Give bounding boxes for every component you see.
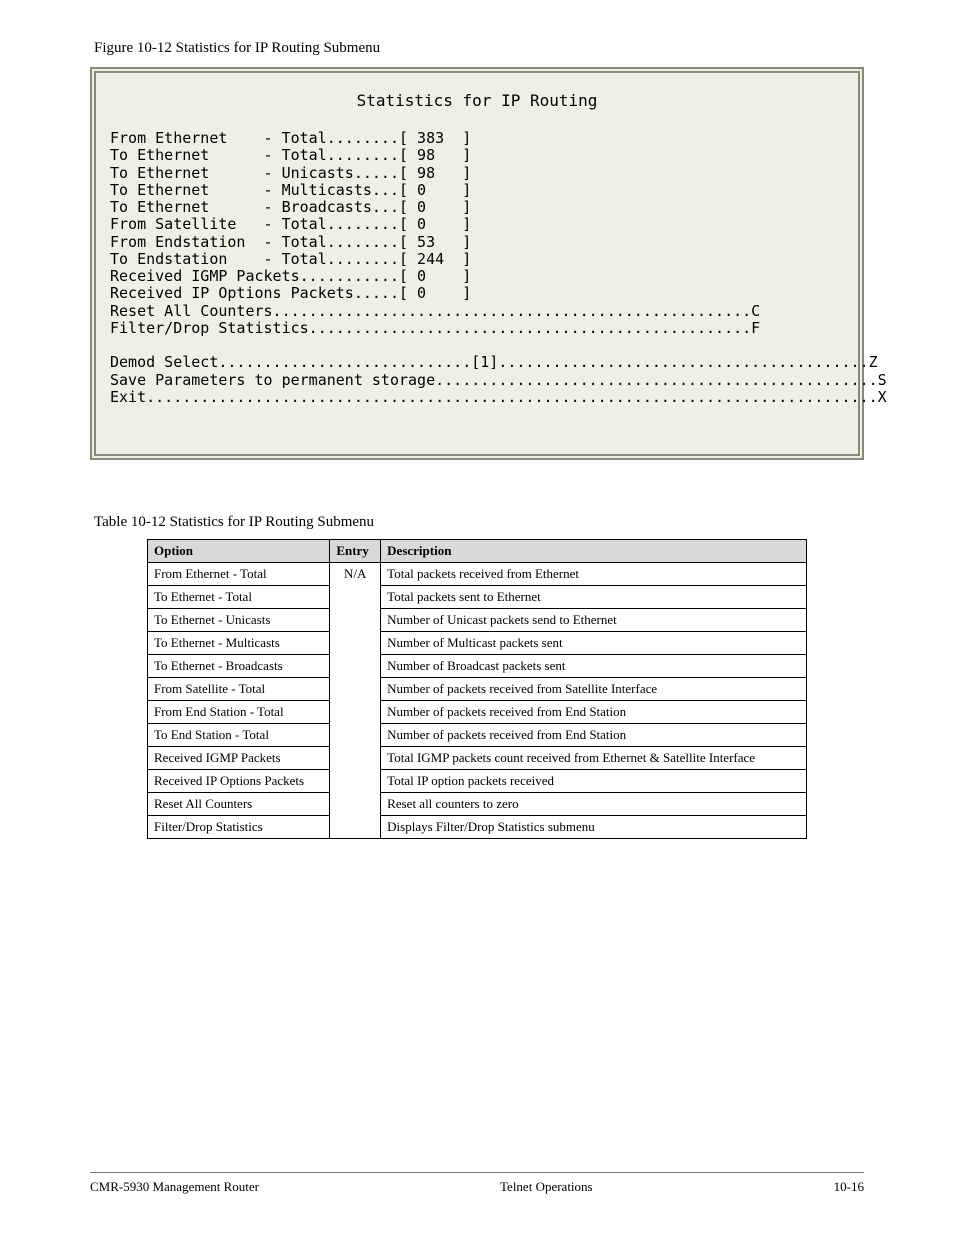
table-row: Filter/Drop Statistics Displays Filter/Dr… [148, 816, 807, 839]
table-row: To Ethernet - Multicasts Number of Multic… [148, 632, 807, 655]
cell-option: Received IGMP Packets [148, 747, 330, 770]
page-footer: CMR-5930 Management Router Telnet Operat… [90, 1172, 864, 1195]
window-title: Statistics for IP Routing [110, 91, 844, 110]
cell-description: Number of packets received from End Stat… [381, 701, 807, 724]
cell-option: To Ethernet - Total [148, 586, 330, 609]
cell-option: From End Station - Total [148, 701, 330, 724]
cell-description: Total packets sent to Ethernet [381, 586, 807, 609]
cell-description: Total packets received from Ethernet [381, 563, 807, 586]
cell-description: Number of packets received from Satellit… [381, 678, 807, 701]
table-row: To Ethernet - Unicasts Number of Unicast … [148, 609, 807, 632]
cell-option: Received IP Options Packets [148, 770, 330, 793]
page: Figure 10-12 Statistics for IP Routing S… [0, 0, 954, 1235]
figure-caption: Figure 10-12 Statistics for IP Routing S… [94, 40, 864, 57]
table-row: To End Station - Total Number of packets … [148, 724, 807, 747]
table-row: To Ethernet - Total Total packets sent to… [148, 586, 807, 609]
footer-center: Telnet Operations [500, 1179, 593, 1195]
footer-rule [90, 1172, 864, 1173]
table-row: Reset All Counters Reset all counters to … [148, 793, 807, 816]
cell-option: Reset All Counters [148, 793, 330, 816]
cell-option: Filter/Drop Statistics [148, 816, 330, 839]
table-row: From Satellite - Total Number of packets … [148, 678, 807, 701]
footer-right: 10-16 [834, 1179, 864, 1195]
table-row: Received IP Options Packets Total IP opti… [148, 770, 807, 793]
cell-entry: N/A [330, 563, 381, 839]
cell-option: To Ethernet - Broadcasts [148, 655, 330, 678]
footer-left: CMR-5930 Management Router [90, 1179, 259, 1195]
terminal-window: Statistics for IP Routing From Ethernet … [90, 67, 864, 460]
cell-option: To End Station - Total [148, 724, 330, 747]
table-row: Received IGMP Packets Total IGMP packets … [148, 747, 807, 770]
col-description: Description [381, 540, 807, 563]
terminal-content: From Ethernet - Total........[ 383 ] To … [110, 130, 844, 406]
cell-description: Number of Multicast packets sent [381, 632, 807, 655]
table-row: From End Station - Total Number of packet… [148, 701, 807, 724]
table-header-row: Option Entry Description [148, 540, 807, 563]
col-entry: Entry [330, 540, 381, 563]
cell-description: Displays Filter/Drop Statistics submenu [381, 816, 807, 839]
cell-description: Reset all counters to zero [381, 793, 807, 816]
cell-option: To Ethernet - Multicasts [148, 632, 330, 655]
table-row: From Ethernet - TotalN/ATotal packets re… [148, 563, 807, 586]
cell-option: From Ethernet - Total [148, 563, 330, 586]
col-option: Option [148, 540, 330, 563]
cell-description: Number of packets received from End Stat… [381, 724, 807, 747]
cell-option: From Satellite - Total [148, 678, 330, 701]
options-table: Option Entry Description From Ethernet -… [147, 539, 807, 839]
cell-description: Number of Broadcast packets sent [381, 655, 807, 678]
table-row: To Ethernet - Broadcasts Number of Broadc… [148, 655, 807, 678]
cell-description: Total IP option packets received [381, 770, 807, 793]
cell-description: Number of Unicast packets send to Ethern… [381, 609, 807, 632]
cell-option: To Ethernet - Unicasts [148, 609, 330, 632]
table-caption: Table 10-12 Statistics for IP Routing Su… [94, 514, 864, 531]
cell-description: Total IGMP packets count received from E… [381, 747, 807, 770]
